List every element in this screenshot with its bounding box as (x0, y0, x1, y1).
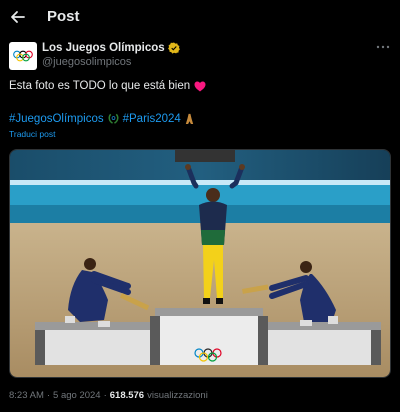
post-photo[interactable] (9, 149, 391, 378)
hashtag-paris2024[interactable]: #Paris2024 (123, 113, 181, 125)
top-bar: Post (0, 0, 400, 34)
gold-verified-badge-icon (167, 42, 180, 54)
post-meta: 8:23 AM · 5 ago 2024 · 618.576 visualizz… (9, 390, 208, 401)
olympic-rings-icon (13, 50, 33, 62)
post-text: Esta foto es TODO lo que está bien (9, 80, 191, 92)
post-date[interactable]: 5 ago 2024 (53, 390, 101, 401)
hashtag-juegos-olimpicos[interactable]: #JuegosOlímpicos (9, 113, 104, 125)
arrow-left-icon[interactable] (8, 7, 28, 27)
hashtags-row: #JuegosOlímpicos #Paris2024 (9, 112, 195, 125)
olympic-laurel-emoji-icon (108, 113, 119, 124)
views-count: 618.576 (109, 390, 145, 401)
page-title: Post (47, 8, 80, 25)
author-name[interactable]: Los Juegos Olímpicos (42, 42, 165, 54)
more-horizontal-icon[interactable] (376, 42, 390, 52)
podium-photo (10, 150, 390, 377)
avatar[interactable] (9, 42, 37, 70)
views-label: visualizzazioni (147, 390, 208, 401)
meta-separator: · (46, 390, 51, 401)
author-name-row[interactable]: Los Juegos Olímpicos (42, 42, 180, 54)
translate-post-link[interactable]: Traduci post (9, 129, 55, 139)
eiffel-tower-emoji-icon (185, 112, 193, 124)
post-text-row: Esta foto es TODO lo que está bien (9, 80, 206, 92)
post-time[interactable]: 8:23 AM (9, 390, 44, 401)
author-handle[interactable]: @juegosolimpicos (42, 56, 131, 68)
red-heart-icon (194, 81, 206, 91)
meta-separator: · (103, 390, 107, 401)
